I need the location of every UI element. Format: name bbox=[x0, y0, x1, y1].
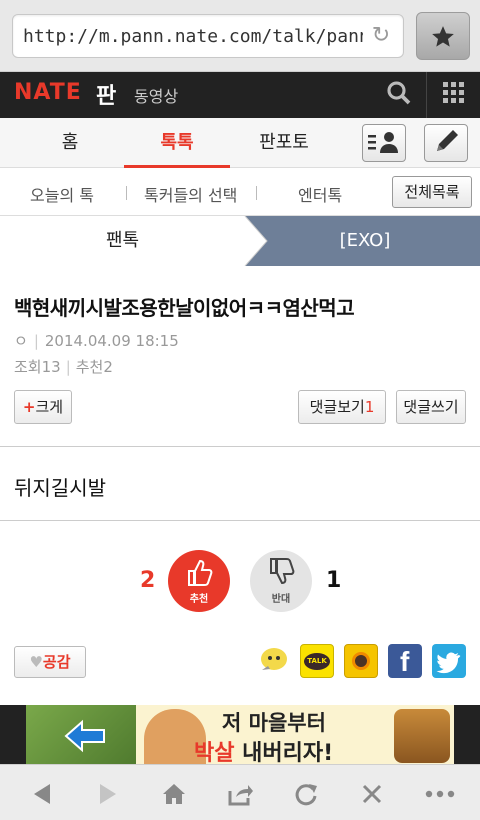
banner-ad-content: 저 마을부터 박살 내버리자! bbox=[26, 705, 454, 767]
breadcrumb-fantalk[interactable]: 팬톡 bbox=[0, 216, 245, 266]
pencil-icon bbox=[437, 130, 458, 151]
downvote-label: 반대 bbox=[271, 594, 291, 605]
subnav-divider bbox=[256, 186, 257, 200]
pan-logo[interactable]: 판 bbox=[96, 78, 116, 110]
post-date: 2014.04.09 18:15 bbox=[44, 332, 179, 350]
banner-highlight: 박살 bbox=[194, 741, 235, 766]
divider bbox=[0, 446, 480, 447]
share-me2day-button[interactable] bbox=[256, 644, 290, 678]
share-facebook-button[interactable]: f bbox=[388, 644, 422, 678]
nate-logo[interactable]: NATE bbox=[14, 80, 82, 105]
browser-bottom-bar bbox=[0, 764, 480, 820]
upvote-button[interactable]: 추천 bbox=[168, 550, 230, 612]
my-page-button[interactable] bbox=[362, 124, 406, 162]
downvote-count: 1 bbox=[326, 568, 342, 593]
share-icon[interactable] bbox=[226, 781, 254, 807]
main-tabs: 홈 톡톡 판포토 bbox=[0, 118, 480, 168]
url-text[interactable]: http://m.pann.nate.com/talk/pann/2 bbox=[23, 26, 363, 47]
view-comments-button[interactable]: 댓글보기1 bbox=[298, 390, 386, 424]
more-icon[interactable] bbox=[424, 781, 456, 807]
close-icon[interactable] bbox=[358, 781, 386, 807]
heart-icon: ♥ bbox=[29, 653, 43, 671]
divider bbox=[0, 520, 480, 521]
home-icon[interactable] bbox=[160, 781, 188, 807]
banner-line2: 박살 내버리자! bbox=[194, 735, 333, 767]
thumbs-up-icon bbox=[188, 559, 213, 586]
all-list-button[interactable]: 전체목록 bbox=[392, 176, 472, 208]
post-meta: ㅇ | 2014.04.09 18:15 bbox=[14, 330, 179, 351]
twitter-icon bbox=[436, 652, 461, 674]
forward-icon[interactable] bbox=[94, 781, 122, 807]
subnav-divider bbox=[126, 186, 127, 200]
banner-line2-rest: 내버리자! bbox=[234, 741, 334, 766]
reload-icon[interactable]: ↻ bbox=[369, 24, 393, 48]
site-header: NATE 판 동영상 bbox=[0, 72, 480, 118]
tab-home[interactable]: 홈 bbox=[20, 118, 120, 168]
tab-panphoto[interactable]: 판포토 bbox=[234, 118, 334, 168]
back-icon[interactable] bbox=[28, 781, 56, 807]
upvote-label: 추천 bbox=[189, 594, 209, 605]
recommend-count: 추천2 bbox=[75, 358, 113, 376]
view-count: 조회13 bbox=[14, 358, 61, 376]
share-kakaostory-button[interactable] bbox=[344, 644, 378, 678]
post-title: 백현새끼시발조용한날이없어ㅋㅋ염산먹고 bbox=[14, 296, 355, 320]
bookmark-button[interactable] bbox=[416, 12, 470, 60]
post-stats: 조회13 | 추천2 bbox=[14, 356, 113, 377]
banner-ad[interactable]: 저 마을부터 박살 내버리자! bbox=[0, 705, 480, 767]
subnav-today-talk[interactable]: 오늘의 톡 bbox=[30, 182, 94, 206]
refresh-icon[interactable] bbox=[292, 781, 320, 807]
subnav-enter-talk[interactable]: 엔터톡 bbox=[298, 182, 342, 206]
nav-video-link[interactable]: 동영상 bbox=[134, 83, 178, 107]
plus-icon: + bbox=[22, 398, 36, 416]
like-button[interactable]: ♥공감 bbox=[14, 646, 86, 678]
star-icon bbox=[432, 26, 454, 47]
clash-of-clans-logo bbox=[394, 709, 450, 763]
breadcrumb: 팬톡 [EXO] bbox=[0, 216, 480, 266]
comment-count: 1 bbox=[364, 398, 375, 416]
downvote-button[interactable]: 반대 bbox=[250, 550, 312, 612]
kakaostory-icon bbox=[352, 652, 370, 670]
browser-toolbar: http://m.pann.nate.com/talk/pann/2 ↻ bbox=[0, 0, 480, 72]
share-twitter-button[interactable] bbox=[432, 644, 466, 678]
search-icon bbox=[387, 81, 411, 105]
subnav-talkers-choice[interactable]: 톡커들의 선택 bbox=[144, 182, 237, 206]
view-comments-label: 댓글보기 bbox=[309, 398, 365, 416]
facebook-icon: f bbox=[400, 646, 410, 677]
post-body: 뒤지길시발 bbox=[14, 476, 106, 500]
back-arrow-graphic bbox=[64, 719, 105, 753]
write-button[interactable] bbox=[424, 124, 468, 162]
upvote-count: 2 bbox=[140, 568, 156, 593]
sub-nav: 오늘의 톡 톡커들의 선택 엔터톡 전체목록 bbox=[0, 168, 480, 216]
search-button[interactable] bbox=[384, 78, 416, 110]
meta-divider: | bbox=[33, 332, 39, 350]
me2day-icon bbox=[261, 648, 287, 670]
font-size-label: 크게 bbox=[35, 398, 64, 416]
grid-menu-button[interactable] bbox=[426, 72, 480, 118]
breadcrumb-exo[interactable]: [EXO] bbox=[250, 216, 480, 266]
font-size-button[interactable]: +크게 bbox=[14, 390, 72, 424]
kakaotalk-icon: TALK bbox=[304, 653, 330, 670]
url-field[interactable]: http://m.pann.nate.com/talk/pann/2 ↻ bbox=[12, 14, 404, 58]
banner-line1: 저 마을부터 bbox=[222, 711, 326, 735]
tab-toktok[interactable]: 톡톡 bbox=[124, 118, 230, 168]
meta-divider: | bbox=[65, 358, 71, 376]
user-list-icon bbox=[368, 132, 398, 153]
write-comment-button[interactable]: 댓글쓰기 bbox=[396, 390, 466, 424]
author-marker: ㅇ bbox=[14, 332, 28, 350]
like-label: 공감 bbox=[42, 653, 71, 671]
share-kakaotalk-button[interactable]: TALK bbox=[300, 644, 334, 678]
thumbs-down-icon bbox=[270, 558, 295, 585]
